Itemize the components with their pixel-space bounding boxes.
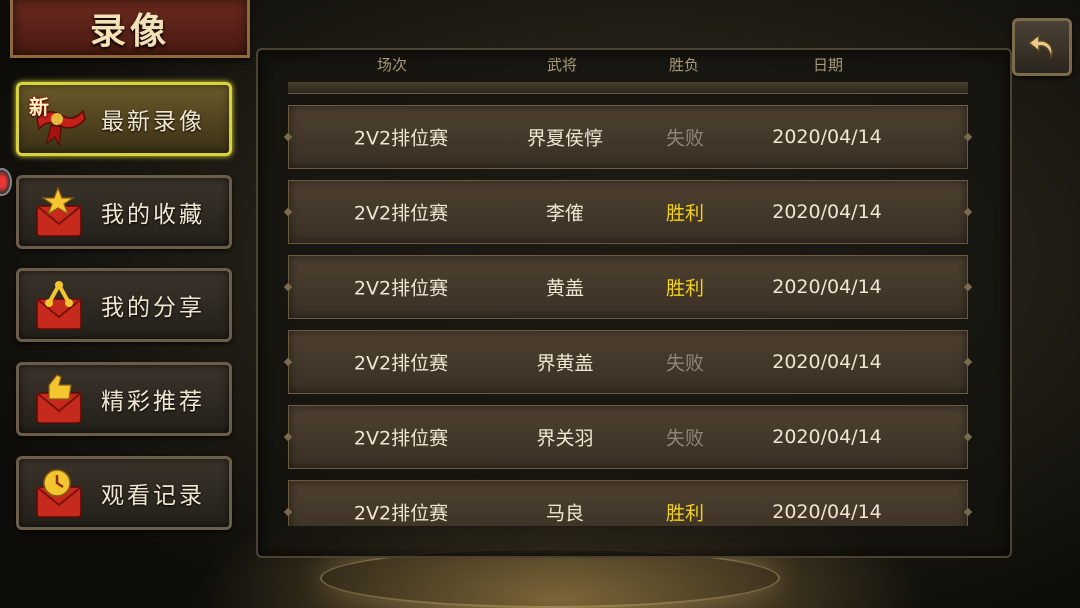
row-date: 2020/04/14 <box>772 276 882 298</box>
menu-label: 我的分享 <box>101 295 205 321</box>
table-header: 场次 武将 胜负 日期 <box>256 48 1012 78</box>
row-match: 2V2排位赛 <box>353 277 449 300</box>
menu-label: 最新录像 <box>101 109 205 135</box>
row-general: 界关羽 <box>536 427 594 450</box>
row-general: 黄盖 <box>545 277 585 300</box>
row-general: 李傕 <box>545 202 585 225</box>
back-arrow-icon <box>1027 33 1053 59</box>
menu-latest-replays[interactable]: 新 最新录像 <box>16 82 232 156</box>
side-indicator-dot <box>0 168 12 196</box>
share-envelope-icon <box>27 275 89 335</box>
row-date: 2020/04/14 <box>772 351 882 373</box>
row-date: 2020/04/14 <box>772 501 882 523</box>
header-date: 日期 <box>812 56 844 74</box>
row-result: 失败 <box>665 127 705 150</box>
page-title: 录像 <box>89 9 170 52</box>
header-match: 场次 <box>376 56 408 74</box>
header-general: 武将 <box>546 56 578 74</box>
row-match: 2V2排位赛 <box>353 352 449 375</box>
row-result: 失败 <box>665 352 705 375</box>
row-match: 2V2排位赛 <box>353 127 449 150</box>
row-result: 失败 <box>665 427 705 450</box>
menu-my-shares[interactable]: 我的分享 <box>16 268 232 342</box>
row-result: 胜利 <box>665 277 705 300</box>
header-result: 胜负 <box>668 56 700 74</box>
table-row[interactable]: 2V2排位赛 李傕 胜利 2020/04/14 <box>288 180 968 244</box>
menu-label: 我的收藏 <box>101 202 205 228</box>
row-match: 2V2排位赛 <box>353 202 449 225</box>
row-match: 2V2排位赛 <box>353 502 449 525</box>
row-general: 界夏侯惇 <box>526 127 604 150</box>
page-title-plaque: 录像 <box>10 0 250 58</box>
table-row[interactable]: 2V2排位赛 界黄盖 失败 2020/04/14 <box>288 330 968 394</box>
row-date: 2020/04/14 <box>772 126 882 148</box>
back-button[interactable] <box>1012 18 1072 76</box>
menu-label: 精彩推荐 <box>101 389 205 415</box>
menu-watch-history[interactable]: 观看记录 <box>16 456 232 530</box>
menu-label: 观看记录 <box>101 483 205 509</box>
menu-my-favorites[interactable]: 我的收藏 <box>16 175 232 249</box>
table-row[interactable]: 2V2排位赛 界关羽 失败 2020/04/14 <box>288 405 968 469</box>
star-envelope-icon <box>27 182 89 242</box>
row-match: 2V2排位赛 <box>353 427 449 450</box>
list-top-edge <box>288 82 968 94</box>
replay-list[interactable]: 2V2排位赛 界夏侯惇 失败 2020/04/14 2V2排位赛 李傕 胜利 2… <box>280 100 980 526</box>
table-row[interactable]: 2V2排位赛 界夏侯惇 失败 2020/04/14 <box>288 105 968 169</box>
new-badge: 新 <box>29 95 49 119</box>
row-date: 2020/04/14 <box>772 426 882 448</box>
row-general: 马良 <box>545 502 585 525</box>
menu-featured[interactable]: 精彩推荐 <box>16 362 232 436</box>
thumbsup-envelope-icon <box>27 369 89 429</box>
row-date: 2020/04/14 <box>772 201 882 223</box>
row-general: 界黄盖 <box>536 352 594 375</box>
scroll-ribbon-icon: 新 <box>27 89 89 149</box>
clock-envelope-icon <box>27 463 89 523</box>
table-row[interactable]: 2V2排位赛 黄盖 胜利 2020/04/14 <box>288 255 968 319</box>
table-row[interactable]: 2V2排位赛 马良 胜利 2020/04/14 <box>288 480 968 526</box>
row-result: 胜利 <box>665 502 705 525</box>
row-result: 胜利 <box>665 202 705 225</box>
